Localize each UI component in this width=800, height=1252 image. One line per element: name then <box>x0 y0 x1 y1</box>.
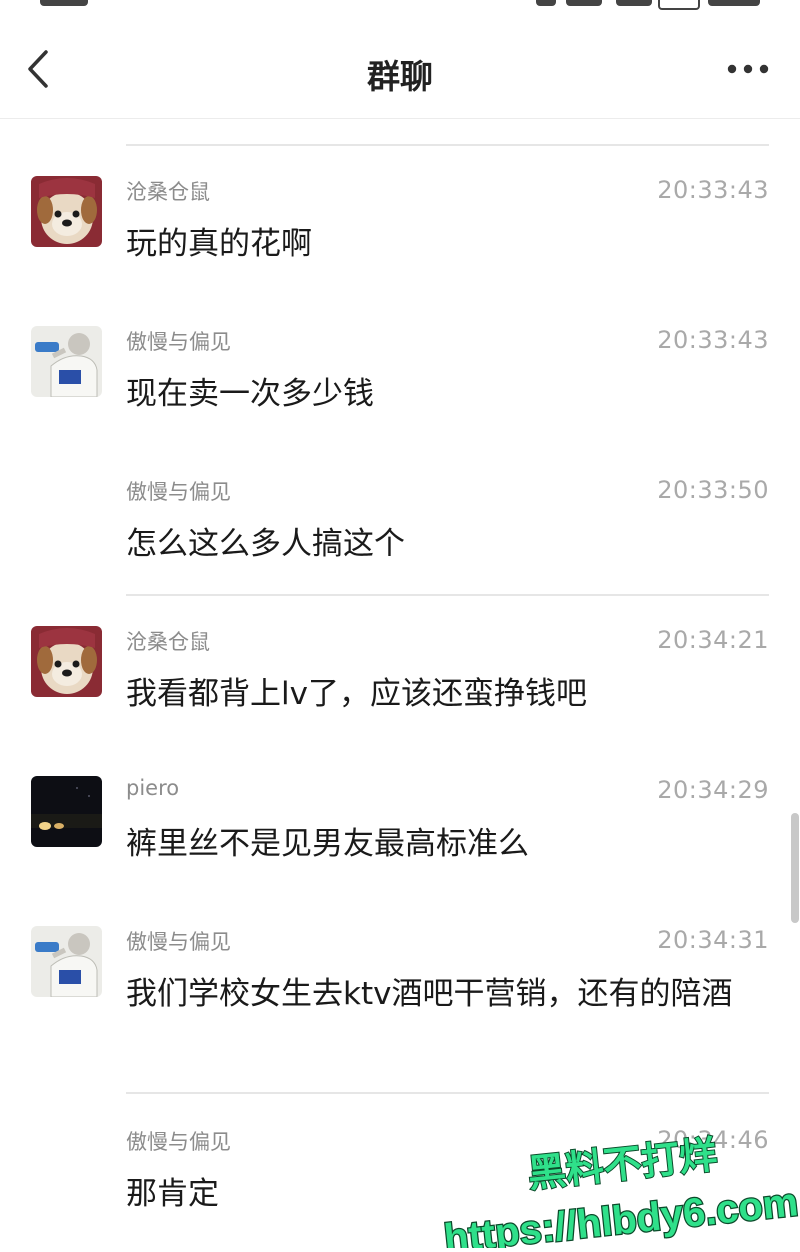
watermark-logo: 黑料不打烊 https://hlbdy6.com <box>441 1133 800 1252</box>
message-text: 玩的真的花啊 <box>126 226 312 262</box>
status-fragment <box>536 0 556 6</box>
message-time: 20:33:43 <box>657 176 769 204</box>
sender-name: 傲慢与偏见 <box>126 330 231 354</box>
avatar[interactable] <box>31 926 102 997</box>
message-time: 20:34:29 <box>657 776 769 804</box>
sender-name: 沧桑仓鼠 <box>126 630 210 654</box>
sender-name: 傲慢与偏见 <box>126 480 231 504</box>
divider <box>126 144 769 146</box>
message-time: 20:34:31 <box>657 926 769 954</box>
message-text: 我们学校女生去ktv酒吧干营销，还有的陪酒 <box>126 976 733 1012</box>
dog-avatar-icon <box>31 626 102 697</box>
message-text: 我看都背上lv了，应该还蛮挣钱吧 <box>126 676 587 712</box>
sender-name: piero <box>126 776 180 800</box>
night-avatar-icon <box>31 776 102 847</box>
avatar[interactable] <box>31 176 102 247</box>
more-dots-icon <box>727 64 769 74</box>
sender-name: 沧桑仓鼠 <box>126 180 210 204</box>
page-title: 群聊 <box>367 57 433 96</box>
message-time: 20:33:43 <box>657 326 769 354</box>
scrollbar[interactable] <box>791 813 799 923</box>
avatar[interactable] <box>31 776 102 847</box>
avatar[interactable] <box>31 626 102 697</box>
message-list[interactable]: 沧桑仓鼠 20:33:43 玩的真的花啊 傲慢与偏见 20:33:43 现在卖一… <box>0 120 800 1248</box>
watermark-url: https://hlbdy6.com <box>442 1180 800 1248</box>
status-bar <box>0 0 800 18</box>
person-avatar-icon <box>31 926 102 997</box>
person-avatar-icon <box>31 326 102 397</box>
status-fragment <box>40 0 88 6</box>
avatar[interactable] <box>31 326 102 397</box>
dog-avatar-icon <box>31 176 102 247</box>
sender-name: 傲慢与偏见 <box>126 930 231 954</box>
message-text: 裤里丝不是见男友最高标准么 <box>126 826 529 862</box>
battery-icon <box>658 0 700 10</box>
status-fragment <box>708 0 760 6</box>
sender-name: 傲慢与偏见 <box>126 1130 231 1154</box>
status-fragment <box>616 0 652 6</box>
watermark-title: 黑料不打烊 <box>526 1134 719 1196</box>
status-fragment <box>566 0 602 6</box>
divider <box>126 1092 769 1094</box>
divider <box>126 594 769 596</box>
message-text: 现在卖一次多少钱 <box>126 376 374 412</box>
top-bar: 群聊 <box>0 18 800 119</box>
more-button[interactable] <box>724 54 772 84</box>
message-time: 20:33:50 <box>657 476 769 504</box>
message-text: 怎么这么多人搞这个 <box>126 526 405 562</box>
message-time: 20:34:21 <box>657 626 769 654</box>
watermark: 黑料不打烊 https://hlbdy6.com <box>432 1130 800 1252</box>
